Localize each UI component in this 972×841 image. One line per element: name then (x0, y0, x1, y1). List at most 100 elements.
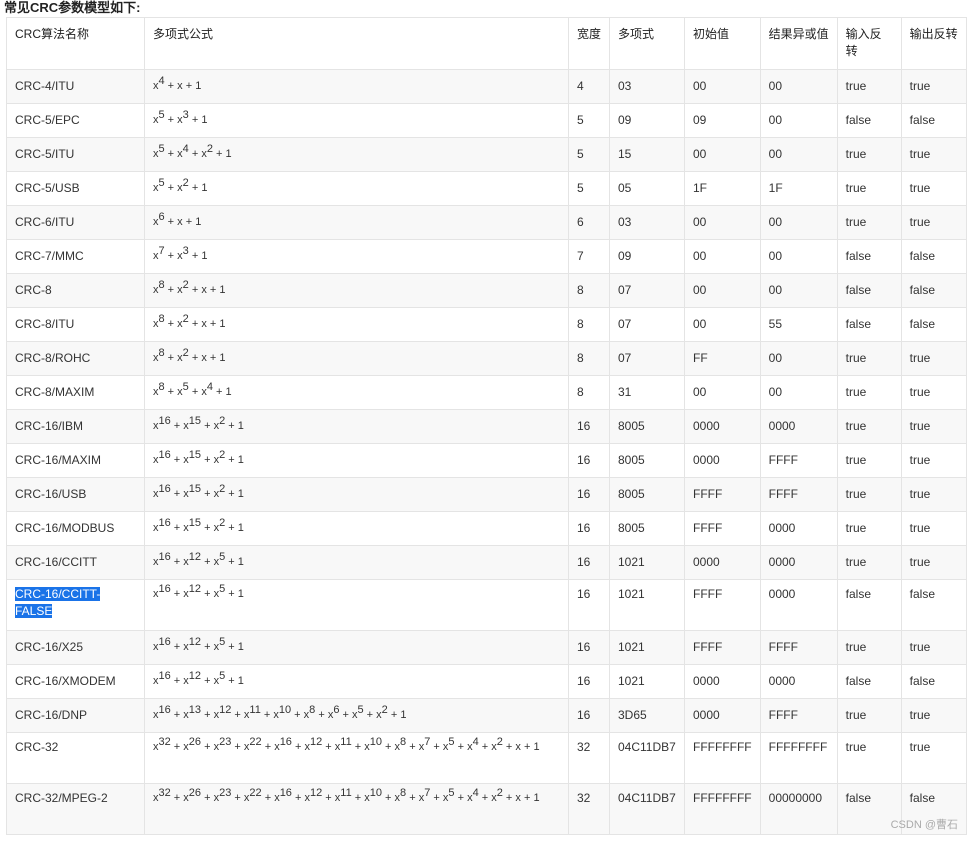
formula-exponent: 12 (188, 636, 202, 648)
cell-algorithm-name: CRC-16/IBM (6, 409, 145, 444)
cell-formula: x8 + x2 + x + 1 (144, 341, 569, 376)
cell-algorithm-name: CRC-6/ITU (6, 205, 145, 240)
formula-exponent: 7 (424, 736, 431, 748)
cell-poly: 04C11DB7 (609, 783, 685, 835)
cell-algorithm-name: CRC-5/USB (6, 171, 145, 206)
cell-xorout: FFFF (759, 443, 838, 478)
table-row: CRC-32/MPEG-2 x32 + x26 + x23 + x22 + x16… (6, 783, 967, 835)
cell-poly: 1021 (609, 545, 685, 580)
cell-refout: true (900, 171, 967, 206)
cell-xorout: 0000 (759, 545, 838, 580)
cell-init: 0000 (684, 443, 761, 478)
formula-exponent: 2 (381, 704, 388, 716)
cell-poly: 07 (609, 307, 685, 342)
header-cell-width: 宽度 (568, 17, 610, 70)
formula-exponent: 15 (188, 449, 202, 461)
formula-term: 1 (237, 675, 244, 687)
cell-algorithm-name: CRC-32/MPEG-2 (6, 783, 145, 835)
formula-exponent: 16 (158, 483, 171, 495)
formula-exponent: 8 (158, 347, 165, 359)
formula-term: x (201, 352, 207, 364)
cell-refout: true (900, 137, 967, 172)
formula-exponent: 32 (158, 787, 171, 799)
header-cell-init: 初始值 (684, 17, 761, 70)
cell-algorithm-name: CRC-32 (6, 732, 145, 784)
formula-term: 1 (201, 114, 208, 126)
formula-term: 1 (237, 641, 244, 653)
formula-exponent: 5 (182, 381, 189, 393)
formula-exponent: 2 (219, 415, 226, 427)
formula-exponent: 6 (158, 211, 165, 223)
formula-term: 1 (225, 386, 232, 398)
formula-exponent: 8 (309, 704, 316, 716)
table-row: CRC-5/ITU x5 + x4 + x2 + 1 5 15 00 00 true true (6, 137, 967, 172)
cell-poly: 1021 (609, 630, 685, 665)
cell-init: 09 (684, 103, 761, 138)
formula-term: 1 (195, 216, 202, 228)
formula-term: 1 (195, 80, 202, 92)
formula-exponent: 10 (369, 736, 382, 748)
table-row: CRC-16/DNP x16 + x13 + x12 + x11 + x10 + … (6, 698, 967, 733)
cell-refout: true (900, 375, 967, 410)
formula-exponent: 12 (188, 670, 202, 682)
cell-poly: 07 (609, 341, 685, 376)
cell-poly: 05 (609, 171, 685, 206)
formula-term: x (515, 792, 521, 804)
formula-exponent: 22 (249, 736, 262, 748)
formula-exponent: 2 (206, 143, 213, 155)
formula-exponent: 2 (182, 347, 189, 359)
cell-algorithm-name: CRC-16/USB (6, 477, 145, 512)
cell-width: 16 (568, 477, 610, 512)
cell-refin: true (836, 698, 902, 733)
cell-width: 16 (568, 698, 610, 733)
formula-term: 1 (533, 792, 540, 804)
cell-xorout: 00000000 (759, 783, 838, 835)
cell-xorout: 0000 (759, 664, 838, 699)
table-row: CRC-8/ITU x8 + x2 + x + 1 8 07 00 55 false fals… (6, 307, 967, 342)
formula-exponent: 15 (188, 415, 202, 427)
formula-exponent: 5 (158, 177, 165, 189)
formula-exponent: 16 (158, 704, 171, 716)
formula-exponent: 5 (219, 583, 226, 595)
formula-exponent: 5 (158, 143, 165, 155)
table-row: CRC-8 x8 + x2 + x + 1 8 07 00 00 false false (6, 273, 967, 308)
formula-exponent: 5 (448, 787, 455, 799)
cell-refin: true (836, 443, 902, 478)
cell-formula: x16 + x15 + x2 + 1 (144, 477, 569, 512)
formula-exponent: 2 (219, 449, 226, 461)
formula-exponent: 13 (188, 704, 202, 716)
formula-exponent: 16 (279, 736, 292, 748)
cell-refin: false (836, 273, 902, 308)
cell-formula: x16 + x15 + x2 + 1 (144, 409, 569, 444)
cell-formula: x4 + x + 1 (144, 69, 569, 104)
cell-refin: true (836, 137, 902, 172)
cell-algorithm-name: CRC-16/CCITT- FALSE (6, 579, 145, 631)
formula-exponent: 8 (400, 736, 407, 748)
formula-exponent: 16 (158, 517, 171, 529)
cell-xorout: 0000 (759, 409, 838, 444)
formula-exponent: 16 (158, 551, 171, 563)
formula-term: 1 (201, 250, 208, 262)
cell-init: 00 (684, 137, 761, 172)
cell-algorithm-name: CRC-8 (6, 273, 145, 308)
table-row: CRC-16/X25 x16 + x12 + x5 + 1 16 1021 FFFF FF… (6, 630, 967, 665)
cell-width: 8 (568, 307, 610, 342)
cell-refout: false (900, 307, 967, 342)
formula-exponent: 2 (182, 177, 189, 189)
cell-refin: true (836, 375, 902, 410)
cell-init: FFFFFFFF (684, 732, 761, 784)
formula-term: 1 (237, 420, 244, 432)
formula-term: 1 (237, 556, 244, 568)
cell-init: 00 (684, 307, 761, 342)
cell-refin: false (836, 239, 902, 274)
cell-refin: true (836, 409, 902, 444)
cell-refout: true (900, 698, 967, 733)
table-row: CRC-5/EPC x5 + x3 + 1 5 09 09 00 false false (6, 103, 967, 138)
formula-exponent: 4 (472, 787, 479, 799)
cell-formula: x16 + x15 + x2 + 1 (144, 443, 569, 478)
formula-exponent: 16 (158, 415, 171, 427)
cell-refout: true (900, 511, 967, 546)
cell-refin: true (836, 205, 902, 240)
formula-term: x (201, 318, 207, 330)
formula-exponent: 2 (219, 517, 226, 529)
